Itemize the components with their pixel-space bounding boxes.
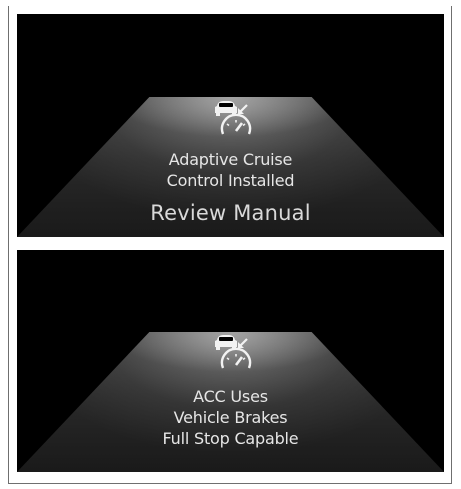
message-line-2: Control Installed (166, 171, 295, 190)
review-manual-heading: Review Manual (150, 201, 311, 225)
message-line-1: Adaptive Cruise (168, 150, 293, 169)
adaptive-cruise-control-icon (215, 335, 252, 369)
cluster-display-panel-1: Adaptive Cruise Control Installed Review… (17, 14, 444, 237)
adaptive-cruise-control-icon (215, 101, 252, 135)
cluster-display-panel-2: ACC Uses Vehicle Brakes Full Stop Capabl… (17, 250, 444, 472)
message-line-2: Vehicle Brakes (173, 408, 288, 427)
message-line-1: ACC Uses (193, 387, 268, 406)
message-line-3: Full Stop Capable (162, 429, 299, 448)
